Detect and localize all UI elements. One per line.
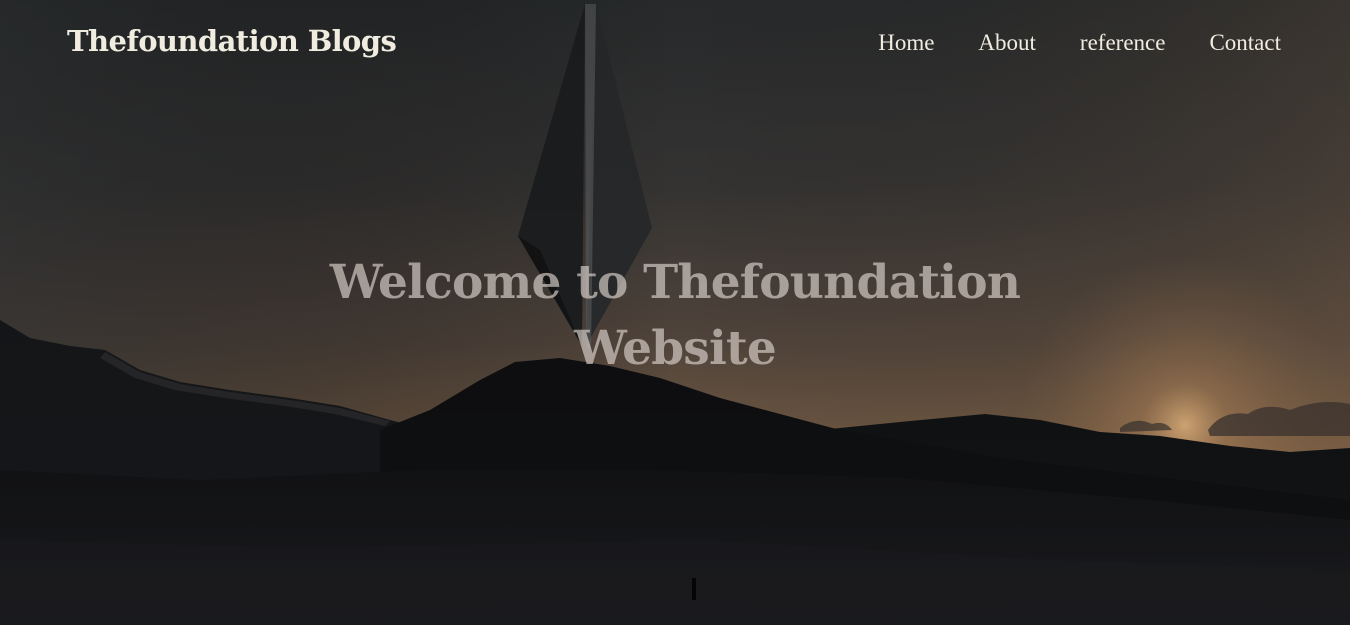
main-nav: Home About reference Contact [878, 30, 1281, 56]
hero-section: Thefoundation Blogs Home About reference… [0, 0, 1350, 625]
top-navbar: Thefoundation Blogs Home About reference… [0, 0, 1350, 90]
site-brand-logo[interactable]: Thefoundation Blogs [67, 24, 397, 58]
nav-link-about[interactable]: About [978, 30, 1036, 56]
nav-link-contact[interactable]: Contact [1209, 30, 1281, 56]
hero-title: Welcome to Thefoundation Website [329, 255, 1021, 376]
nav-link-home[interactable]: Home [878, 30, 934, 56]
nav-link-reference[interactable]: reference [1080, 30, 1166, 56]
